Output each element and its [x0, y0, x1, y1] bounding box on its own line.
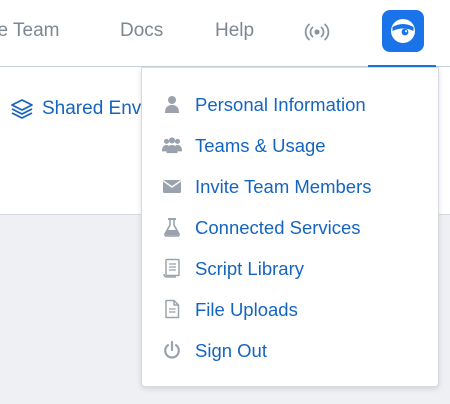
- menu-item-label: Connected Services: [195, 217, 361, 238]
- menu-item-label: Sign Out: [195, 340, 267, 361]
- menu-item-file-uploads[interactable]: File Uploads: [142, 293, 438, 325]
- layers-icon: [11, 99, 33, 119]
- nav-invite-team[interactable]: ite Team: [0, 20, 59, 42]
- power-icon: [162, 340, 182, 360]
- person-icon: [162, 94, 182, 114]
- broadcast-icon[interactable]: [303, 20, 331, 44]
- menu-item-script-library[interactable]: Script Library: [142, 252, 438, 284]
- menu-item-connected-services[interactable]: Connected Services: [142, 211, 438, 243]
- menu-item-teams-usage[interactable]: Teams & Usage: [142, 129, 438, 161]
- shared-environments-label: Shared Env: [42, 98, 142, 119]
- menu-item-personal-information[interactable]: Personal Information: [142, 88, 438, 120]
- menu-item-label: Personal Information: [195, 94, 366, 115]
- flask-icon: [162, 217, 182, 237]
- file-icon: [162, 299, 182, 319]
- menu-item-label: File Uploads: [195, 299, 298, 320]
- nav-help[interactable]: Help: [215, 20, 254, 42]
- menu-item-sign-out[interactable]: Sign Out: [142, 334, 438, 366]
- top-navigation-bar: ite Team Docs Help: [0, 0, 450, 67]
- user-dropdown-menu: Personal Information Teams & Usage Invit…: [141, 67, 439, 387]
- user-avatar-button[interactable]: [382, 10, 424, 52]
- scroll-icon: [162, 258, 182, 278]
- user-avatar-icon: [391, 19, 415, 43]
- menu-item-invite-team-members[interactable]: Invite Team Members: [142, 170, 438, 202]
- menu-item-label: Invite Team Members: [195, 176, 372, 197]
- menu-item-label: Teams & Usage: [195, 135, 326, 156]
- envelope-icon: [162, 176, 182, 196]
- nav-docs[interactable]: Docs: [120, 20, 163, 42]
- shared-environments-link[interactable]: Shared Env: [10, 97, 141, 121]
- group-icon: [162, 135, 182, 155]
- menu-item-label: Script Library: [195, 258, 304, 279]
